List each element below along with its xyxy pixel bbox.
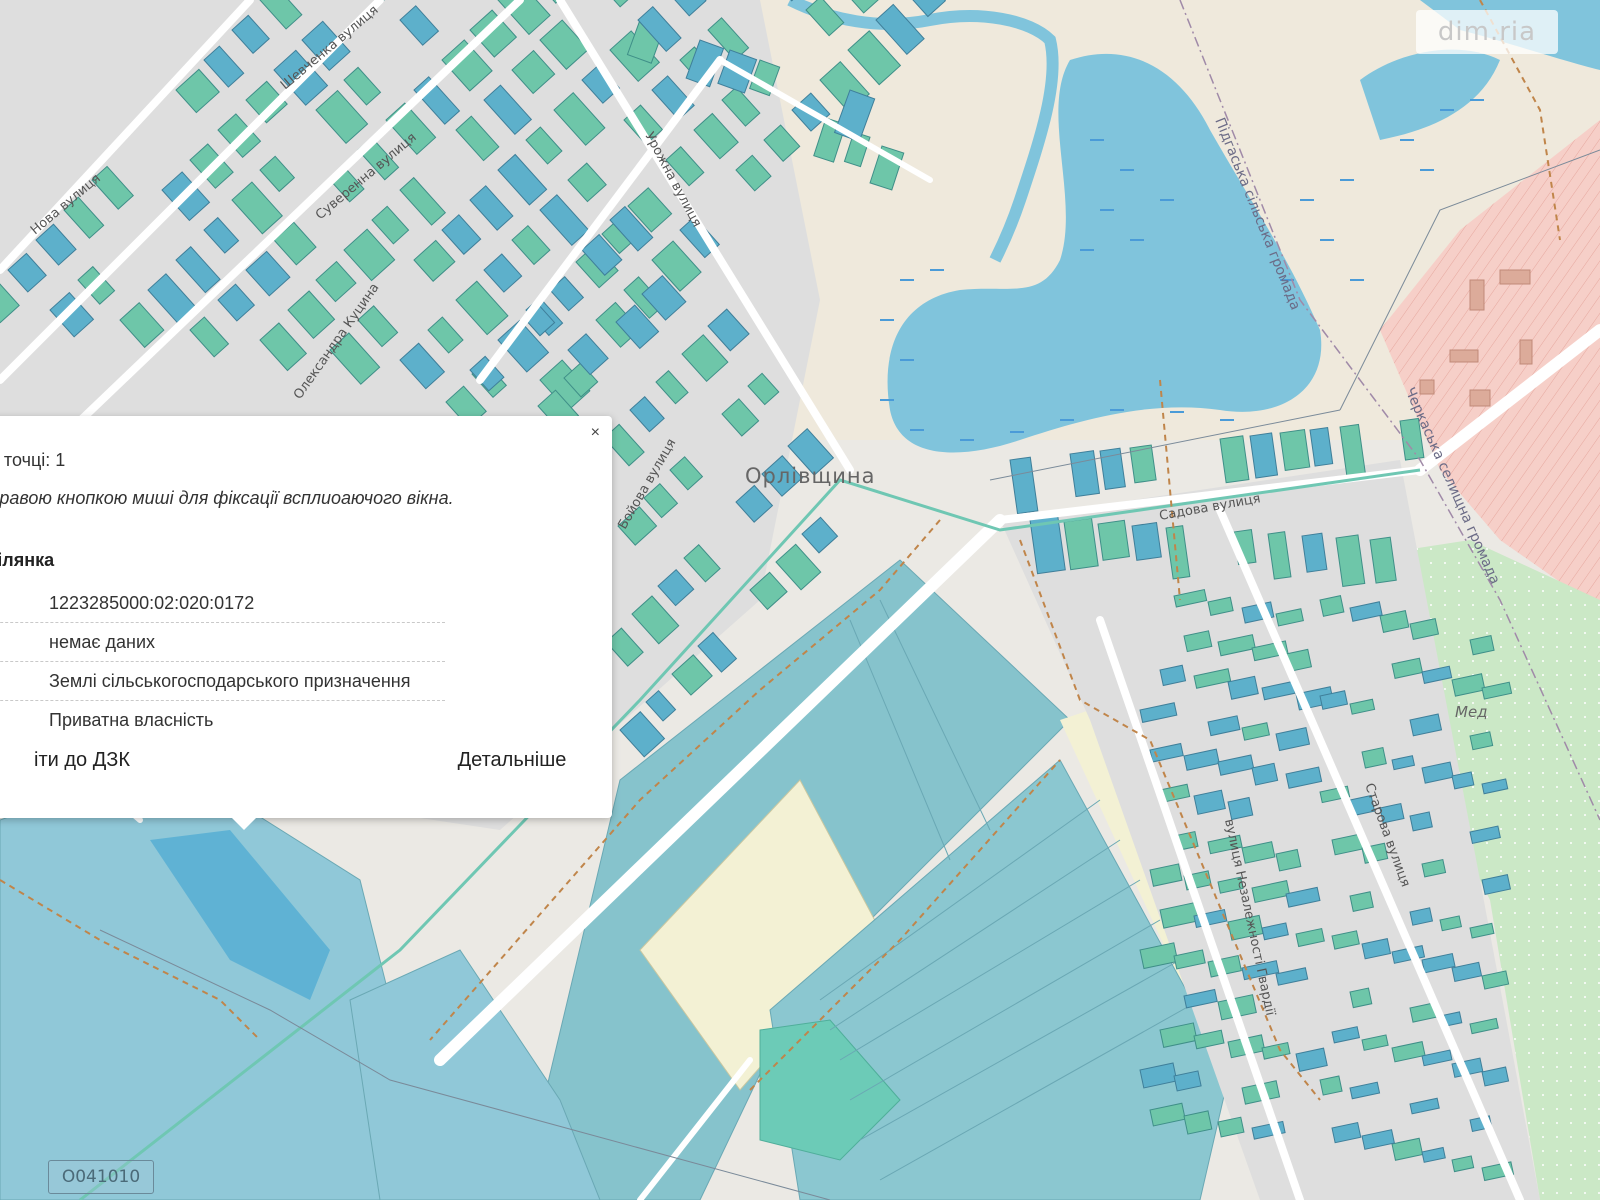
row-value: немає даних	[49, 632, 156, 652]
sheet-label: О041010	[48, 1160, 154, 1194]
parcel[interactable]	[1349, 987, 1373, 1009]
row-value: Землі сільськогосподарського призначення	[49, 671, 411, 691]
details-button[interactable]: Детальніше	[432, 738, 592, 782]
table-row: сть Приватна власність	[0, 701, 445, 739]
popup-section-title: на ділянка	[0, 550, 55, 570]
parcel-info-popup: × в цій точці: 1 ть правою кнопкою миші …	[0, 416, 612, 830]
popup-count-text: в цій точці: 1	[0, 450, 66, 470]
table-row: немає даних	[0, 623, 445, 662]
parcel[interactable]	[1129, 444, 1157, 484]
parcel[interactable]	[1097, 519, 1131, 561]
popup-pointer	[232, 818, 256, 830]
parcel[interactable]	[1275, 848, 1302, 872]
table-row: ія Землі сільськогосподарського призначе…	[0, 662, 445, 701]
close-icon[interactable]: ×	[591, 424, 600, 442]
parcel[interactable]	[1227, 796, 1254, 821]
place-label-orlivshchyna: Орлівщина	[745, 464, 876, 488]
parcel[interactable]	[1063, 517, 1099, 571]
parcel[interactable]	[1279, 428, 1311, 471]
parcel[interactable]	[1131, 521, 1162, 561]
popup-attribute-table: 1223285000:02:020:0172 немає даних ія Зе…	[0, 584, 445, 739]
area-label: Мед	[1455, 703, 1488, 721]
watermark-logo: dim.ria	[1416, 10, 1558, 54]
popup-hint-text: ть правою кнопкою миші для фіксації вспл…	[0, 488, 454, 508]
table-row: 1223285000:02:020:0172	[0, 584, 445, 623]
row-value: Приватна власність	[49, 710, 214, 730]
parcel[interactable]	[1319, 1075, 1343, 1096]
parcel[interactable]	[1319, 595, 1345, 617]
cadastral-number: 1223285000:02:020:0172	[49, 593, 255, 613]
map-viewport[interactable]: Нова вулиця Шевченка вулиця Суверенна ву…	[0, 0, 1600, 1200]
go-to-dzk-button[interactable]: іти до ДЗК	[0, 738, 138, 782]
